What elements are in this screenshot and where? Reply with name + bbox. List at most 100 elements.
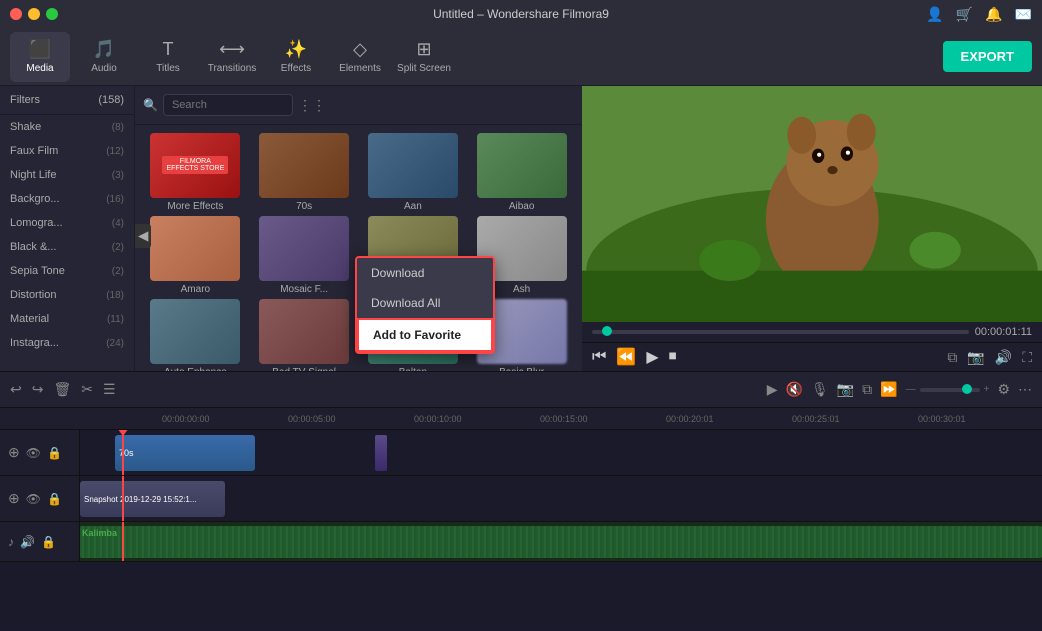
notification-icon[interactable]: 🔔 [985,6,1002,23]
filter-item-auto-enhance[interactable]: Auto Enhance [143,299,248,371]
search-input[interactable] [163,94,293,116]
effects-button[interactable]: ✨ Effects [266,32,326,82]
filter-label-aibao: Aibao [509,201,535,212]
fullscreen-icon[interactable]: ⛶ [1022,349,1032,366]
account-icon[interactable]: 👤 [926,6,943,23]
undo-button[interactable]: ↩ [10,381,22,398]
add-track-icon[interactable]: ⊕ [8,444,20,461]
video-clip-70s[interactable]: 70s [115,435,255,471]
maximize-button[interactable] [46,8,58,20]
pip-button[interactable]: ⧉ [862,381,872,398]
export-button[interactable]: EXPORT [943,41,1032,72]
preview-timeline-bar[interactable] [592,330,969,334]
menu-button[interactable]: ☰ [103,381,116,398]
sidebar-item-material[interactable]: Material (11) [0,307,134,331]
play-button[interactable]: ▶ [646,347,658,367]
minimize-button[interactable] [28,8,40,20]
snapshot-track-button[interactable]: 📷 [837,381,854,398]
snapshot-lock-icon[interactable]: 🔒 [47,492,62,506]
sidebar-item-shake[interactable]: Shake (8) [0,115,134,139]
split-screen-label: Split Screen [397,63,451,74]
scissors-button[interactable]: ✂ [81,381,93,398]
record-button[interactable]: 🎙 [811,381,829,398]
sidebar-item-background[interactable]: Backgro... (16) [0,187,134,211]
video-track-content[interactable]: 70s [80,430,1042,475]
preview-time: 00:00:01:11 [975,326,1032,338]
snapshot-icon[interactable]: 📷 [967,349,984,366]
cart-icon[interactable]: 🛒 [956,6,973,23]
transitions-icon: ⟷ [219,39,245,60]
snapshot-track-content[interactable]: Snapshot 2019-12-29 15:52:1... [80,476,1042,521]
filter-item-aibao[interactable]: Aibao [469,133,574,212]
elements-button[interactable]: ◇ Elements [330,32,390,82]
filter-thumb-auto-enhance [150,299,240,364]
message-icon[interactable]: ✉️ [1015,6,1032,23]
filter-label-70s: 70s [296,201,312,212]
zoom-control: — + [906,384,990,395]
sidebar-item-distortion-count: (18) [106,290,124,301]
zoom-minus-icon[interactable]: — [906,384,916,395]
audio-lock-icon[interactable]: 🔒 [41,535,56,549]
picture-in-picture-icon[interactable]: ⧉ [947,349,957,366]
titlebar-icons: 👤 🛒 🔔 ✉️ [926,6,1032,23]
volume-icon[interactable]: 🔊 [995,349,1012,366]
preview-controls: ⏮ ⏪ ▶ ⏹ ⧉ 📷 🔊 ⛶ [582,342,1042,371]
audio-button[interactable]: 🎵 Audio [74,32,134,82]
grid-icon[interactable]: ⋮⋮ [298,97,326,114]
filter-label-more-effects: More Effects [167,201,223,212]
audio-track-content[interactable]: Kalimba [80,522,1042,561]
ruler-mark-3: 00:00:15:00 [538,414,664,424]
media-icon: ⬛ [29,39,51,60]
filter-item-mosaic[interactable]: Mosaic F... [252,216,357,295]
context-menu-download[interactable]: Download [357,258,493,288]
zoom-plus-icon[interactable]: + [984,384,990,395]
effects-icon: ✨ [285,39,307,60]
filter-search-bar: 🔍 ⋮⋮ [135,86,582,125]
add-snapshot-icon[interactable]: ⊕ [8,490,20,507]
trash-button[interactable]: 🗑 [53,381,71,398]
more-options-button[interactable]: ⋯ [1018,381,1032,398]
filter-overlay-clip[interactable] [375,435,387,471]
lock-icon[interactable]: 🔒 [47,446,62,460]
sidebar-item-sepiatone[interactable]: Sepia Tone (2) [0,259,134,283]
stop-button[interactable]: ⏹ [669,348,677,366]
audio-track-label: Kalimba [82,528,117,538]
filter-item-amaro[interactable]: Amaro [143,216,248,295]
filter-item-more-effects[interactable]: FILMORAEFFECTS STORE More Effects [143,133,248,212]
eye-icon[interactable]: 👁 [26,446,41,460]
close-button[interactable] [10,8,22,20]
skip-back-button[interactable]: ⏮ [592,348,606,366]
split-screen-button[interactable]: ⊞ Split Screen [394,32,454,82]
sidebar-item-distortion[interactable]: Distortion (18) [0,283,134,307]
preview-playhead-dot [602,326,612,336]
sidebar-item-lomography[interactable]: Lomogra... (4) [0,211,134,235]
snapshot-eye-icon[interactable]: 👁 [26,492,41,506]
speed-button[interactable]: ⏩ [880,381,897,398]
audio-note-icon[interactable]: ♪ [8,535,14,549]
filter-item-bad-tv[interactable]: Bad TV Signal [252,299,357,371]
sidebar-item-nightlife[interactable]: Night Life (3) [0,163,134,187]
filter-item-70s[interactable]: 70s [252,133,357,212]
timeline-right-controls: ▶ 🔇 🎙 📷 ⧉ ⏩ — + ⚙ ⋯ [767,381,1032,398]
zoom-slider[interactable] [920,388,980,392]
mute-button[interactable]: 🔇 [786,381,803,398]
snapshot-clip[interactable]: Snapshot 2019-12-29 15:52:1... [80,481,225,517]
media-button[interactable]: ⬛ Media [10,32,70,82]
filter-item-aan[interactable]: Aan [361,133,466,212]
context-menu-download-all[interactable]: Download All [357,288,493,318]
context-menu-add-favorite[interactable]: Add to Favorite [357,318,493,352]
redo-button[interactable]: ↪ [32,381,44,398]
ruler-mark-5: 00:00:25:01 [790,414,916,424]
filter-thumb-bad-tv [259,299,349,364]
sidebar-item-instagram[interactable]: Instagra... (24) [0,331,134,355]
collapse-sidebar-button[interactable]: ◀ [135,224,151,248]
titles-button[interactable]: T Titles [138,32,198,82]
sidebar-item-blackwhite[interactable]: Black &... (2) [0,235,134,259]
settings-button[interactable]: ⚙ [997,381,1010,398]
play-track-button[interactable]: ▶ [767,381,778,398]
step-back-button[interactable]: ⏪ [616,347,636,367]
preview-image [582,86,1042,322]
transitions-button[interactable]: ⟷ Transitions [202,32,262,82]
sidebar-item-fauxfilm[interactable]: Faux Film (12) [0,139,134,163]
audio-volume-icon[interactable]: 🔊 [20,535,35,549]
